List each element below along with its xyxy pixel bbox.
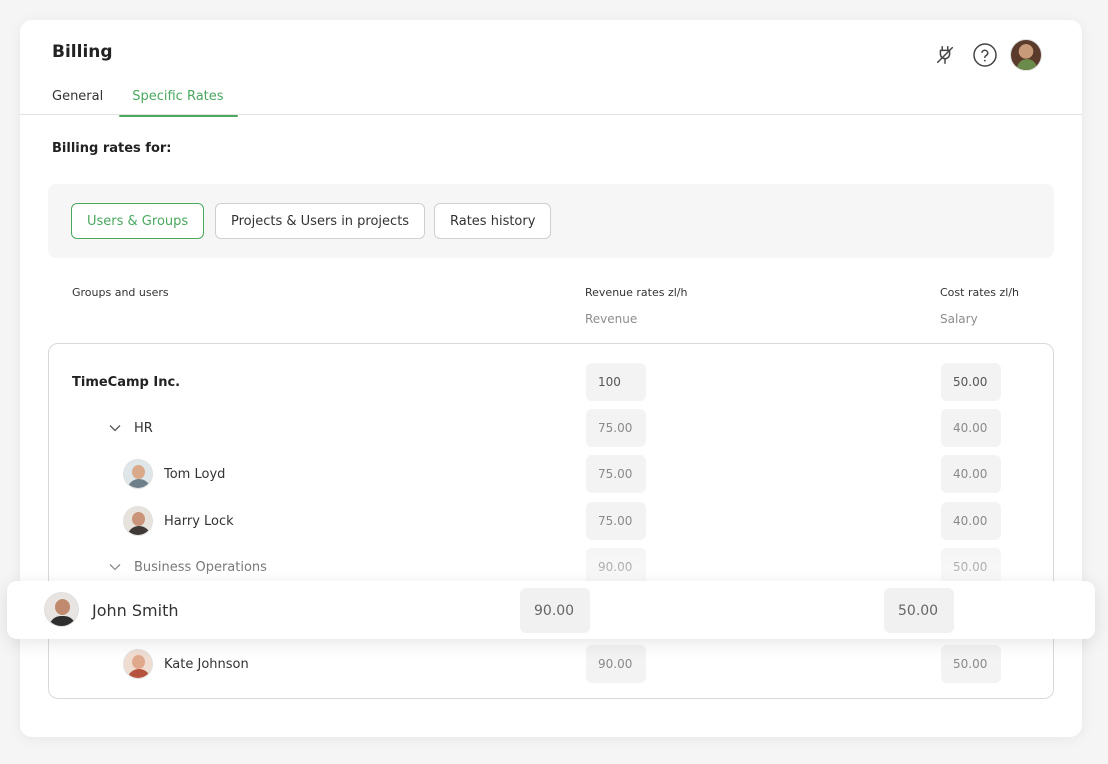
revenue-rate-input[interactable]	[586, 409, 646, 447]
highlighted-user-row[interactable]: John Smith	[7, 581, 1095, 639]
group-row-label: HR	[108, 408, 153, 448]
plug-icon[interactable]	[930, 40, 960, 70]
avatar	[123, 649, 153, 679]
user-name: Harry Lock	[164, 513, 234, 529]
users-groups-button[interactable]: Users & Groups	[71, 203, 205, 239]
rates-history-button[interactable]: Rates history	[434, 203, 552, 239]
revenue-rate-input[interactable]	[520, 588, 590, 633]
column-subheader-cost: Salary	[940, 312, 978, 326]
header-icons	[920, 39, 1042, 71]
user-row-label: Kate Johnson	[123, 644, 249, 684]
org-name: TimeCamp Inc.	[72, 374, 181, 390]
group-name: Business Operations	[134, 559, 267, 575]
user-row-label: Tom Loyd	[123, 454, 225, 494]
avatar	[44, 592, 79, 627]
user-name: Kate Johnson	[164, 656, 249, 672]
tab-general[interactable]: General	[52, 86, 103, 115]
user-name: Tom Loyd	[164, 466, 226, 482]
column-header-groups-users: Groups and users	[72, 286, 169, 299]
tabs: General Specific Rates	[52, 86, 253, 117]
cost-rate-input[interactable]	[941, 645, 1001, 683]
table-row: TimeCamp Inc.	[49, 362, 1053, 402]
table-row: HR	[49, 408, 1053, 448]
cost-rate-input[interactable]	[941, 502, 1001, 540]
user-row-label: Harry Lock	[123, 501, 234, 541]
table-row: Tom Loyd	[49, 454, 1053, 494]
table-row: Harry Lock	[49, 501, 1053, 541]
cost-rate-input[interactable]	[941, 363, 1001, 401]
table-row: Kate Johnson	[49, 644, 1053, 684]
tab-specific-rates[interactable]: Specific Rates	[119, 86, 238, 117]
filter-panel: Users & Groups Projects & Users in proje…	[48, 184, 1054, 258]
revenue-rate-input[interactable]	[586, 502, 646, 540]
rates-table: TimeCamp Inc. HR Tom Loyd	[48, 343, 1054, 699]
chevron-down-icon[interactable]	[108, 421, 122, 435]
cost-rate-input[interactable]	[941, 409, 1001, 447]
avatar	[123, 459, 153, 489]
billing-rates-label: Billing rates for:	[52, 141, 172, 156]
user-avatar[interactable]	[1010, 39, 1042, 71]
revenue-rate-input[interactable]	[586, 455, 646, 493]
user-name: John Smith	[92, 600, 179, 620]
revenue-rate-input[interactable]	[586, 645, 646, 683]
cost-rate-input[interactable]	[941, 455, 1001, 493]
column-header-cost: Cost rates zl/h	[940, 286, 1020, 299]
cost-rate-input[interactable]	[884, 588, 954, 633]
column-subheader-revenue: Revenue	[585, 312, 638, 326]
revenue-rate-input[interactable]	[586, 363, 646, 401]
chevron-down-icon[interactable]	[108, 560, 122, 574]
avatar	[123, 506, 153, 536]
column-header-revenue: Revenue rates zl/h	[585, 286, 688, 299]
tabs-divider	[20, 114, 1082, 115]
projects-users-button[interactable]: Projects & Users in projects	[215, 203, 426, 239]
help-icon[interactable]	[970, 40, 1000, 70]
group-name: HR	[134, 420, 153, 436]
page-title: Billing	[52, 42, 113, 62]
